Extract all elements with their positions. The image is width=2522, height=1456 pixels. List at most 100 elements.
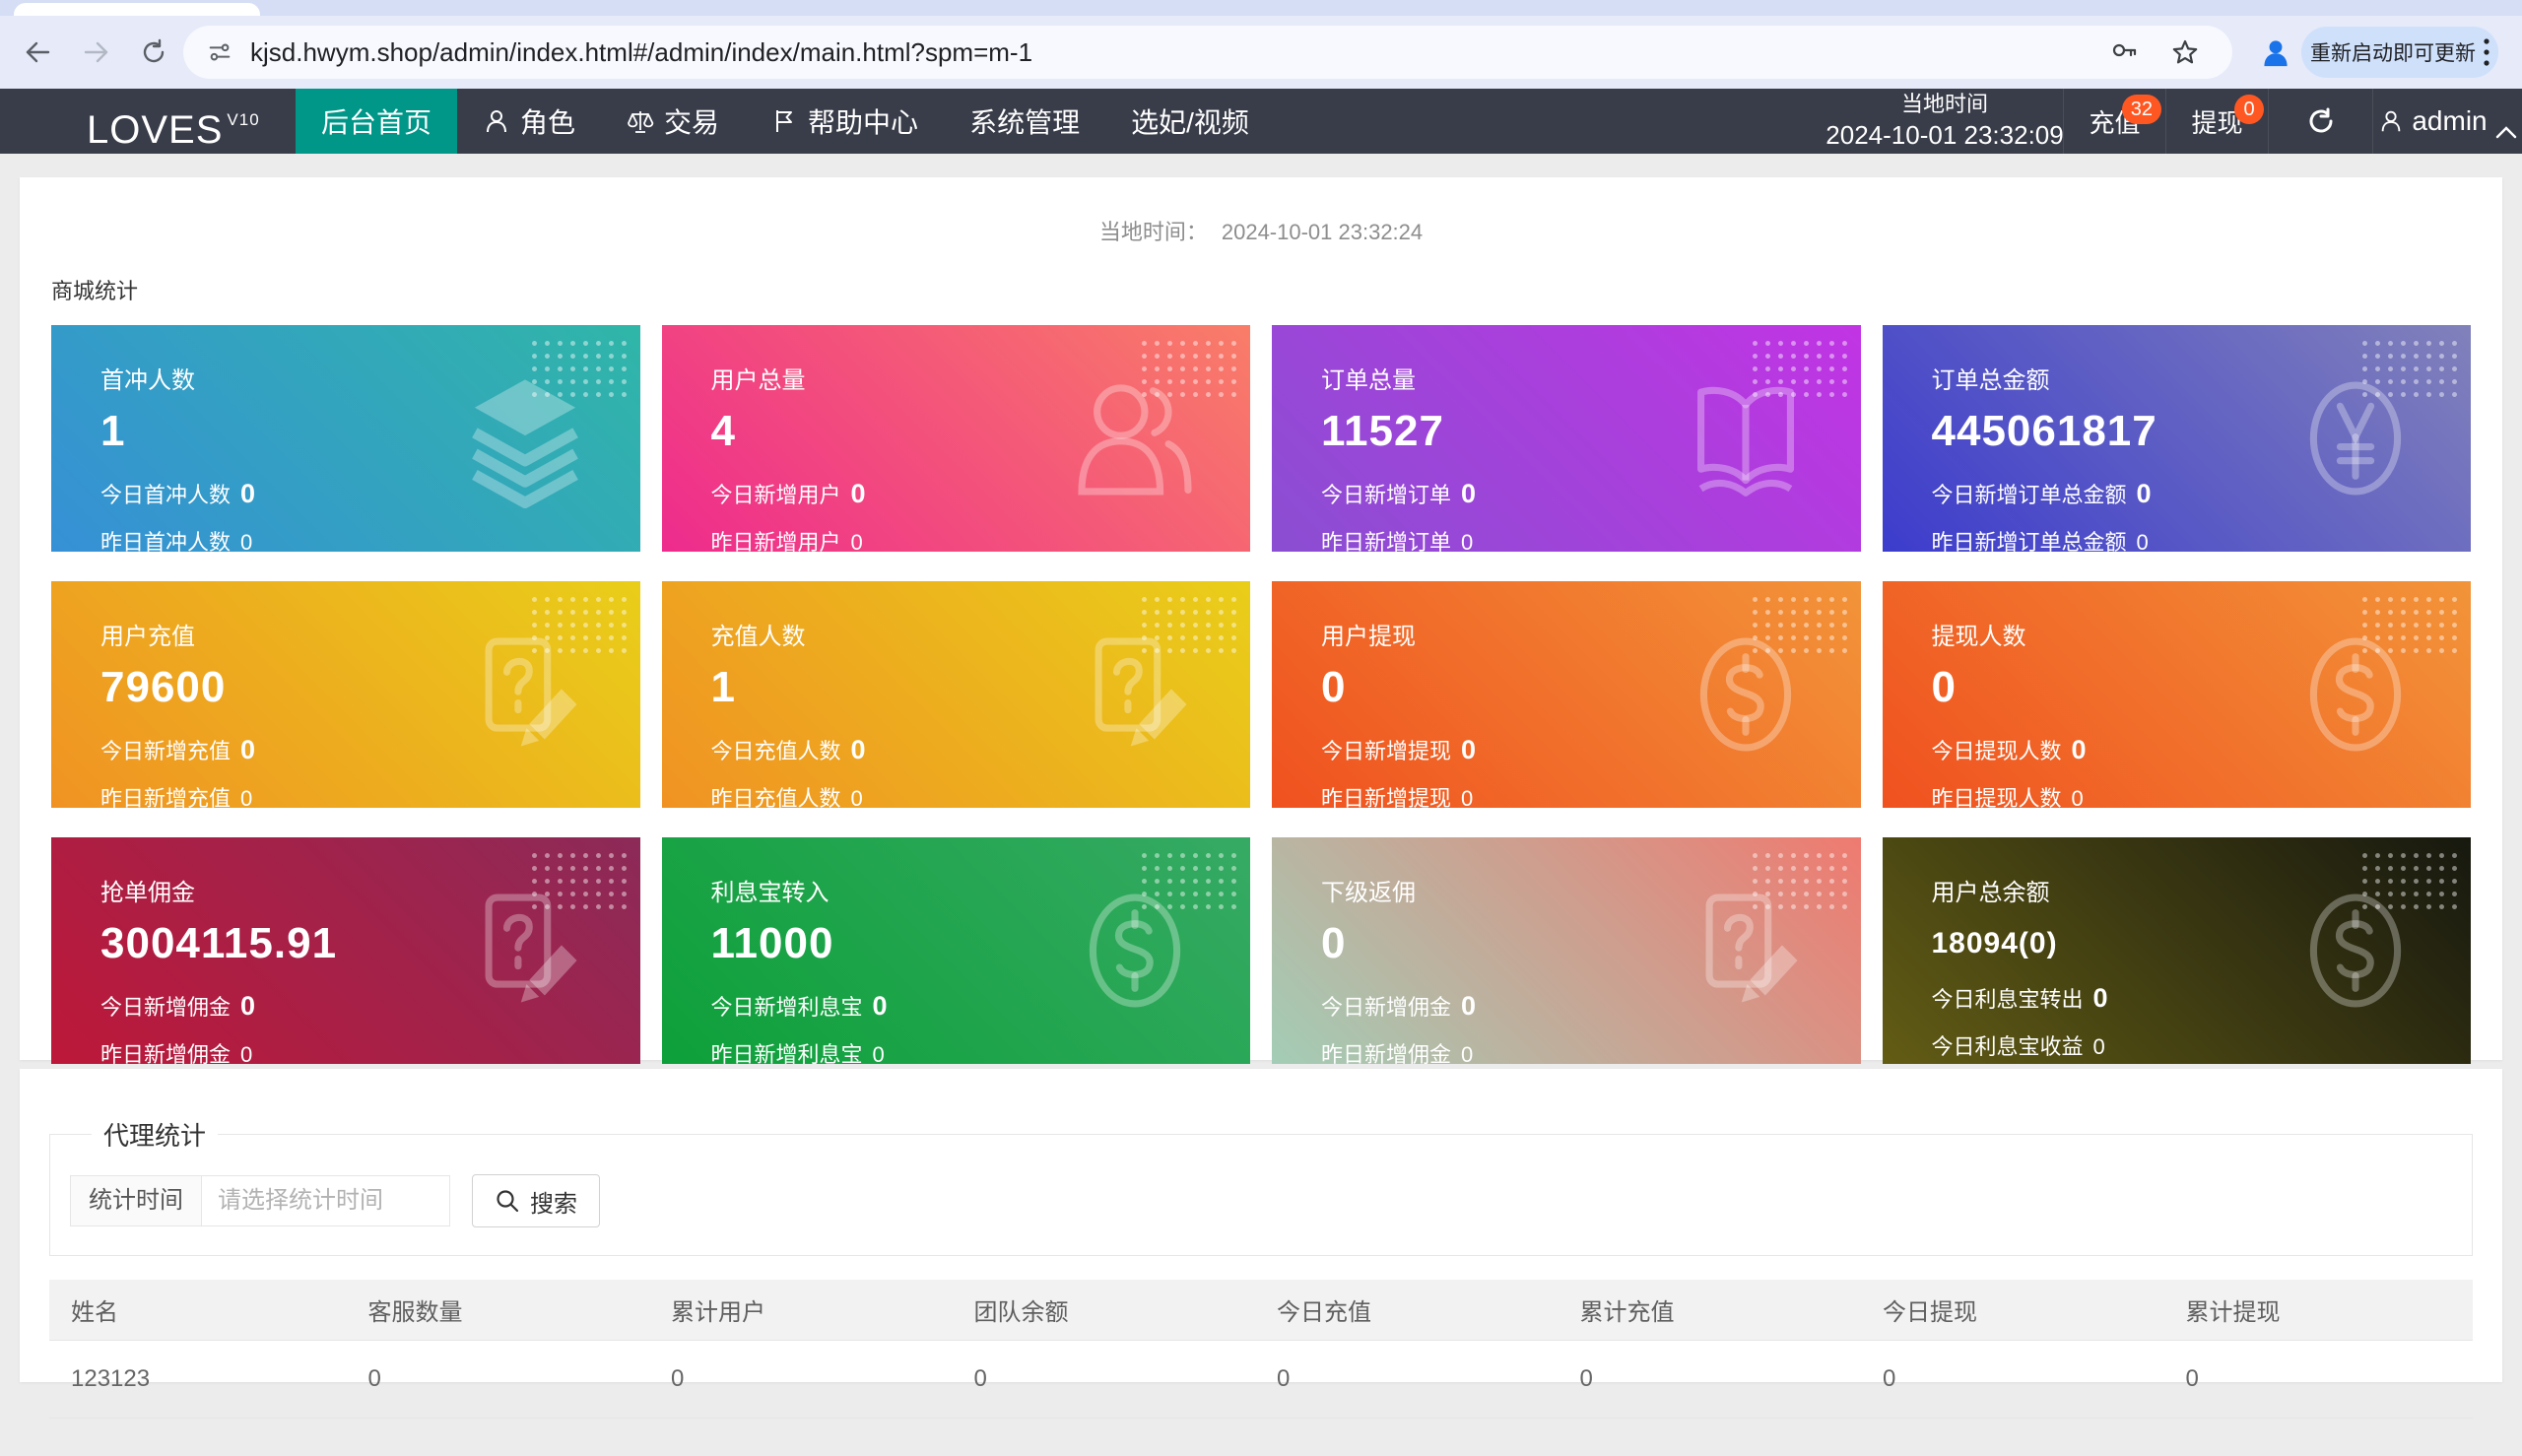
table-cell: 0 [1563, 1340, 1867, 1419]
nav-item-4[interactable]: 系统管理 [944, 89, 1105, 154]
stat-card-yesterday-value: 0 [2136, 530, 2149, 552]
reload-icon[interactable] [140, 38, 167, 66]
users-icon [1065, 368, 1205, 508]
dollar-icon [2286, 625, 2425, 764]
stat-card: 订单总金额 445061817 今日新增订单总金额 0 昨日新增订单总金额 0 [1882, 325, 2471, 552]
stat-card: 抢单佣金 3004115.91 今日新增佣金 0 昨日新增佣金 0 [51, 837, 640, 1064]
stat-card-yesterday-value: 0 [240, 1042, 253, 1064]
stat-card-today-value: 0 [240, 735, 256, 764]
password-key-icon[interactable] [2110, 38, 2138, 66]
table-header-cell: 姓名 [49, 1280, 353, 1341]
refresh-button[interactable] [2268, 89, 2372, 154]
stat-card-today-value: 0 [872, 991, 888, 1021]
user-icon [2378, 108, 2404, 134]
search-button[interactable]: 搜索 [472, 1174, 600, 1227]
browser-tab[interactable] [14, 3, 260, 16]
agent-panel: 代理统计 统计时间 搜索 姓名客服数量累计用户团队余额今日充值累计充值今日提现累… [20, 1069, 2502, 1419]
doc-icon [1676, 881, 1816, 1021]
nav-item-3[interactable]: 帮助中心 [745, 89, 944, 154]
stat-card-yesterday-label: 昨日新增订单 [1321, 530, 1452, 552]
dollar-icon [2286, 881, 2425, 1021]
stat-card: 首冲人数 1 今日首冲人数 0 昨日首冲人数 0 [51, 325, 640, 552]
stat-card: 用户总余额 18094(0) 今日利息宝转出 0 今日利息宝收益 0 [1882, 837, 2471, 1064]
nav-item-label: 系统管理 [969, 107, 1081, 138]
stat-card-yesterday-label: 昨日充值人数 [710, 786, 841, 808]
table-cell: 0 [655, 1340, 959, 1419]
table-header-cell: 今日充值 [1261, 1280, 1564, 1341]
browser-toolbar: kjsd.hwym.shop/admin/index.html#/admin/i… [0, 16, 2522, 89]
agent-fieldset: 代理统计 统计时间 搜索 [49, 1116, 2473, 1256]
nav-item-label: 角色 [520, 107, 576, 138]
stat-card-yesterday-value: 0 [240, 786, 253, 808]
browser-update-button[interactable]: 重新启动即可更新 [2301, 27, 2498, 78]
stat-card-today-label: 今日新增利息宝 [710, 995, 863, 1020]
stat-card-today-value: 0 [2092, 983, 2108, 1013]
nav-menu: 后台首页 角色 交易 帮助中心 系统管理 选妃/视频 [296, 89, 1275, 154]
browser-menu-icon[interactable] [2484, 37, 2489, 67]
table-cell: 123123 [49, 1340, 353, 1419]
stat-card-yesterday-label: 昨日新增佣金 [100, 1042, 232, 1064]
stat-card-today-label: 今日利息宝转出 [1931, 987, 2084, 1012]
table-cell: 0 [1867, 1340, 2170, 1419]
local-time-block: 当地时间 2024-10-01 23:32:09 [1825, 89, 2064, 154]
table-body: 123123 0 0 0 0 0 0 0 [49, 1340, 2473, 1419]
section-title: 商城统计 [51, 279, 139, 303]
doc-icon [455, 881, 595, 1021]
stat-card-today-label: 今日充值人数 [710, 739, 841, 763]
layers-icon [455, 368, 595, 508]
user-menu[interactable]: admin [2372, 89, 2522, 154]
bookmark-star-icon[interactable] [2171, 38, 2199, 66]
stat-card-yesterday-label: 昨日提现人数 [1931, 786, 2062, 808]
stat-card-today-value: 0 [850, 479, 866, 508]
url-text[interactable]: kjsd.hwym.shop/admin/index.html#/admin/i… [250, 37, 2110, 68]
nav-item-label: 帮助中心 [808, 107, 919, 138]
stat-card-yesterday-label: 昨日新增用户 [710, 530, 841, 552]
table-header-cell: 累计充值 [1563, 1280, 1867, 1341]
back-icon[interactable] [24, 38, 51, 66]
table-header-cell: 今日提现 [1867, 1280, 2170, 1341]
page-local-time: 当地时间： 2024-10-01 23:32:24 [20, 177, 2502, 246]
stat-card-today-label: 今日新增佣金 [100, 995, 232, 1020]
stat-card-yesterday-value: 0 [1461, 530, 1474, 552]
dollar-icon [1065, 881, 1205, 1021]
profile-avatar-icon[interactable] [2258, 34, 2293, 70]
withdraw-badge: 0 [2234, 95, 2264, 124]
stat-card-yesterday-value: 0 [240, 530, 253, 552]
stat-card-yesterday-label: 昨日首冲人数 [100, 530, 232, 552]
agent-table: 姓名 客服数量 累计用户 团队余额 今日充值 累计充值 今日提现 累计提现 123123 0 0 0… [49, 1280, 2473, 1419]
page-local-time-label: 当地时间： [1098, 220, 1208, 244]
stat-card-yesterday-value: 0 [872, 1042, 885, 1064]
stat-card-today-label: 今日首冲人数 [100, 483, 232, 507]
site-settings-icon[interactable] [207, 39, 232, 65]
agent-search-form: 统计时间 搜索 [70, 1174, 2452, 1227]
local-time-value: 2024-10-01 23:32:09 [1825, 119, 2064, 150]
stat-card-today-label: 今日新增订单总金额 [1931, 483, 2127, 507]
table-cell: 0 [958, 1340, 1261, 1419]
nav-right: 当地时间 2024-10-01 23:32:09 充值 32 提现 0 admi… [1825, 89, 2522, 154]
stats-panel: 当地时间： 2024-10-01 23:32:24 商城统计 首冲人数 1 今日首… [20, 177, 2502, 1064]
refresh-icon [2306, 106, 2336, 136]
stat-card-yesterday-label: 昨日新增佣金 [1321, 1042, 1452, 1064]
nav-item-5[interactable]: 选妃/视频 [1105, 89, 1275, 154]
nav-item-recharge[interactable]: 充值 32 [2063, 89, 2165, 154]
doc-icon [1065, 625, 1205, 764]
page-local-time-value: 2024-10-01 23:32:24 [1221, 220, 1424, 244]
stat-card: 用户总量 4 今日新增用户 0 昨日新增用户 0 [661, 325, 1250, 552]
nav-item-withdraw[interactable]: 提现 0 [2165, 89, 2268, 154]
top-navbar: LOVES V10 后台首页 角色 交易 帮助中心 系统管理 选妃/视频 当地时间 2024… [0, 89, 2522, 154]
stat-card-today-label: 今日新增佣金 [1321, 995, 1452, 1020]
nav-item-0[interactable]: 后台首页 [296, 89, 458, 154]
stat-card-today-value: 0 [240, 991, 256, 1021]
yen-icon [2286, 368, 2425, 508]
agent-legend: 代理统计 [103, 1121, 207, 1151]
stat-card: 提现人数 0 今日提现人数 0 昨日提现人数 0 [1882, 581, 2471, 808]
url-bar[interactable]: kjsd.hwym.shop/admin/index.html#/admin/i… [183, 26, 2232, 79]
nav-item-2[interactable]: 交易 [601, 89, 745, 154]
nav-item-1[interactable]: 角色 [457, 89, 601, 154]
stat-card: 充值人数 1 今日充值人数 0 昨日充值人数 0 [661, 581, 1250, 808]
nav-item-label: 后台首页 [321, 107, 432, 138]
forward-icon[interactable] [83, 38, 110, 66]
stat-time-input[interactable] [202, 1175, 450, 1226]
stat-card-today-value: 0 [240, 479, 256, 508]
stat-card-today-value: 0 [850, 735, 866, 764]
